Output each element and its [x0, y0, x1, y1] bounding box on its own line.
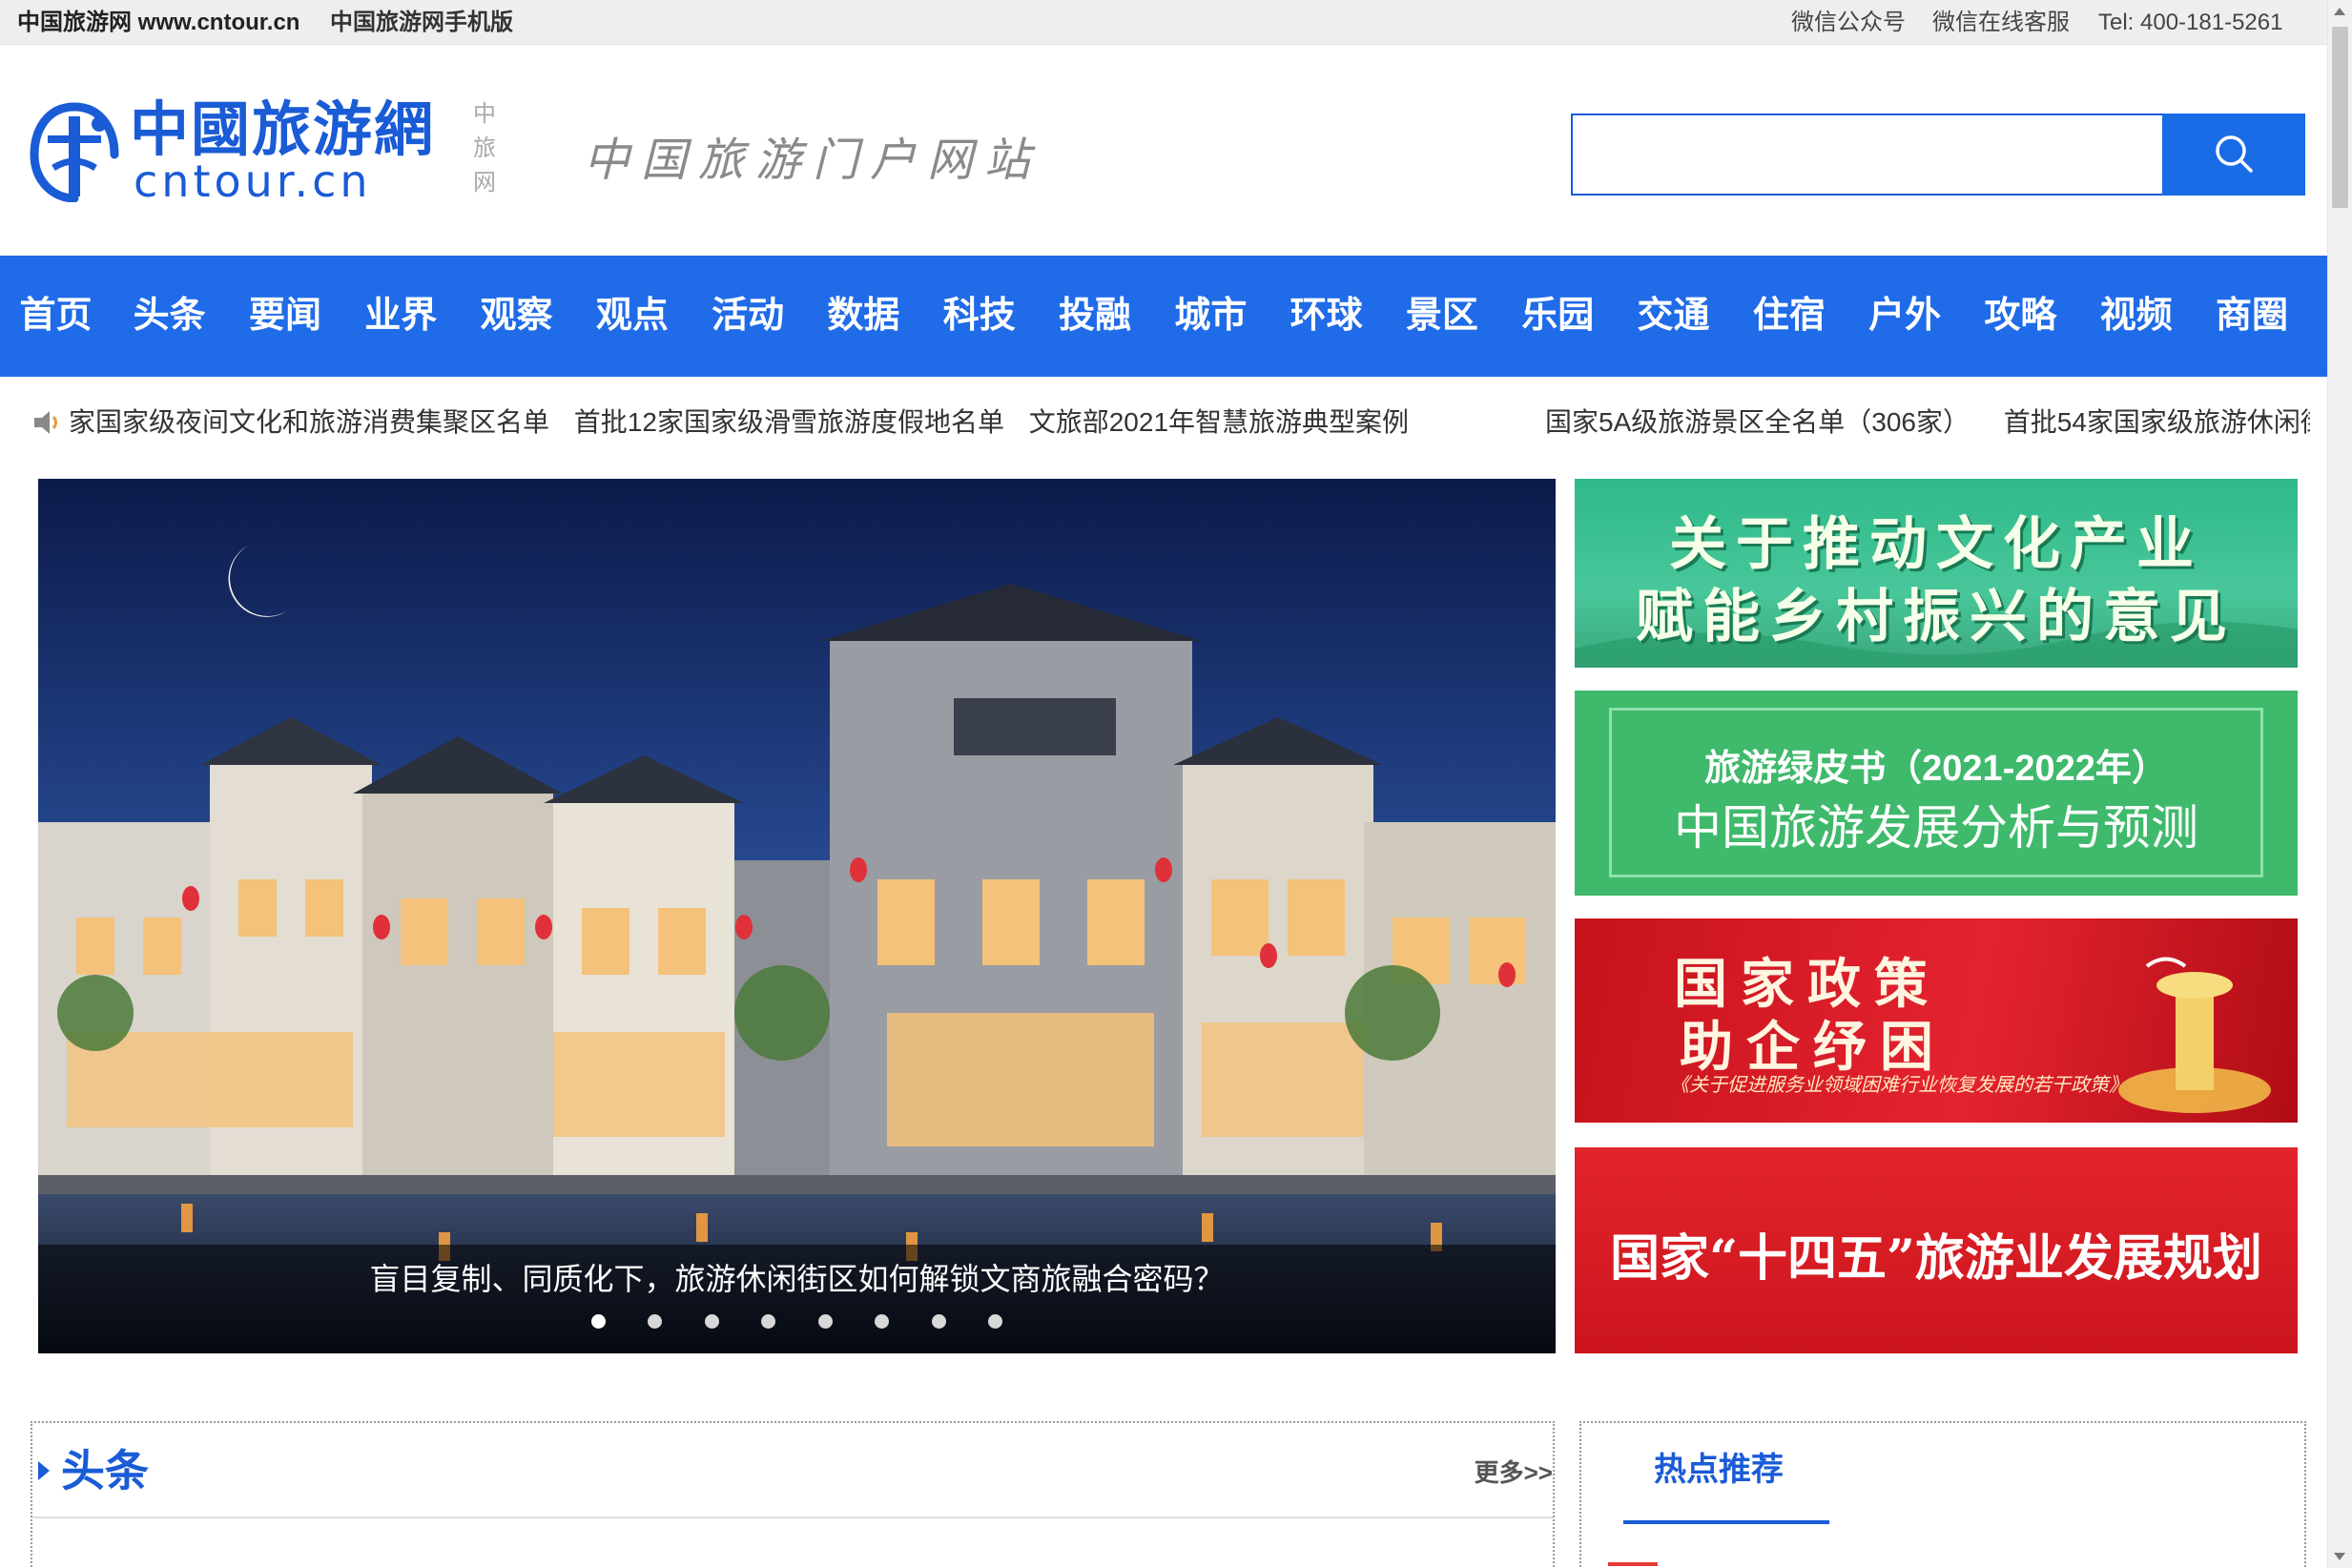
site-slogan: 中国旅游门户网站	[584, 134, 1042, 187]
logo-vertical-char: 旅	[473, 135, 496, 161]
logo-vertical-char: 中	[473, 101, 496, 127]
scrollbar-thumb[interactable]	[2332, 27, 2348, 208]
slider-dot[interactable]	[988, 1314, 1003, 1329]
logo-vertical-char: 网	[473, 170, 496, 196]
slider-dot[interactable]	[648, 1314, 663, 1329]
wechat-service-link[interactable]: 微信在线客服	[1932, 9, 2070, 37]
site-logo[interactable]: 中國旅游網 cntour.cn 中 旅 网	[29, 93, 505, 208]
slider-dot[interactable]	[817, 1314, 833, 1329]
slider-dot[interactable]	[761, 1314, 776, 1329]
slider-dot[interactable]	[704, 1314, 719, 1329]
slider-dot[interactable]	[590, 1314, 606, 1329]
logo-english-text: cntour.cn	[134, 155, 372, 207]
mobile-version-link[interactable]: 中国旅游网手机版	[330, 9, 513, 37]
nav-item[interactable]: 观点	[574, 256, 690, 377]
slider-image	[38, 479, 1556, 1353]
wechat-account-link[interactable]: 微信公众号	[1791, 9, 1906, 37]
nav-item[interactable]: 首页	[0, 256, 112, 377]
slider-dot[interactable]	[875, 1314, 890, 1329]
slider-dot[interactable]	[931, 1314, 946, 1329]
ticker-link[interactable]: 首批54家国家级旅游休闲街	[2004, 407, 2310, 437]
search-input[interactable]	[1571, 113, 2164, 196]
slider-caption[interactable]: 盲目复制、同质化下，旅游休闲街区如何解锁文商旅融合密码？	[38, 1260, 1556, 1298]
top-bar: 中国旅游网 www.cntour.cn 中国旅游网手机版 微信公众号 微信在线客…	[0, 0, 2327, 45]
hot-recommendations-title[interactable]: 热点推荐	[1654, 1446, 1784, 1494]
site-name-link[interactable]: 中国旅游网 www.cntour.cn	[17, 9, 299, 37]
nav-item[interactable]: 科技	[921, 256, 1037, 377]
nav-item[interactable]: 业界	[343, 256, 459, 377]
logo-vertical-text: 中 旅 网	[469, 97, 500, 200]
ticker-link[interactable]: 首批12家国家级滑雪旅游度假地名单	[574, 407, 1004, 437]
search-icon	[2216, 134, 2253, 173]
speaker-icon	[34, 411, 57, 434]
banner-title-line: 关于推动文化产业	[1669, 511, 2203, 578]
banner-title-line: 赋能乡村振兴的意见	[1636, 584, 2237, 650]
slider-dots	[38, 1314, 1556, 1333]
nav-item[interactable]: 视频	[2078, 256, 2194, 377]
news-ticker: 家国家级夜间文化和旅游消费集聚区名单 首批12家国家级滑雪旅游度假地名单 文旅部…	[29, 401, 2310, 444]
scrollbar[interactable]	[2327, 0, 2352, 1568]
nav-item[interactable]: 住宿	[1731, 256, 1847, 377]
nav-item[interactable]: 商圈	[2194, 256, 2309, 377]
ticker-link[interactable]: 家国家级夜间文化和旅游消费集聚区名单	[69, 407, 549, 437]
main-navigation: 首页 头条 要闻 业界 观察 观点 活动 数据 科技 投融 城市 环球 景区 乐…	[0, 256, 2327, 377]
banner-national-policy[interactable]: 国家政策 助企纾困 《关于促进服务业领域困难行业恢复发展的若干政策》	[1575, 918, 2298, 1123]
nav-item[interactable]: 户外	[1847, 256, 1962, 377]
nav-item[interactable]: 环球	[1269, 256, 1384, 377]
banner-14th-five-year-plan[interactable]: 国家“十四五”旅游业发展规划	[1575, 1147, 2298, 1353]
hot-recommendations-section: 热点推荐	[1579, 1421, 2306, 1568]
nav-item[interactable]: 乐园	[1500, 256, 1616, 377]
more-link[interactable]: 更多>>	[1475, 1454, 1553, 1489]
scroll-up-icon[interactable]	[2334, 8, 2345, 15]
nav-item[interactable]: 观察	[459, 256, 574, 377]
section-arrow-icon	[38, 1461, 50, 1480]
headlines-section: 头条 更多>>	[31, 1421, 1555, 1568]
nav-item[interactable]: 活动	[690, 256, 805, 377]
ticker-link[interactable]: 文旅部2021年智慧旅游典型案例	[1029, 407, 1409, 437]
tab-underline	[1623, 1520, 1829, 1524]
section-divider	[32, 1516, 1553, 1518]
list-marker	[1608, 1562, 1658, 1566]
logo-chinese-text: 中國旅游網	[130, 94, 436, 164]
nav-item[interactable]: 投融	[1037, 256, 1152, 377]
logo-emblem-icon	[30, 102, 119, 202]
banner-rural-revitalization[interactable]: 关于推动文化产业 赋能乡村振兴的意见	[1575, 479, 2298, 668]
nav-item[interactable]: 头条	[112, 256, 227, 377]
slider-caption-bar: 盲目复制、同质化下，旅游休闲街区如何解锁文商旅融合密码？	[38, 1245, 1556, 1353]
search-box	[1571, 113, 2305, 196]
banner-title-line: 中国旅游发展分析与预测	[1674, 801, 2198, 855]
nav-item[interactable]: 攻略	[1963, 256, 2078, 377]
nav-item[interactable]: 交通	[1616, 256, 1731, 377]
nav-item[interactable]: 景区	[1384, 256, 1499, 377]
banner-title-line: 国家“十四五”旅游业发展规划	[1610, 1229, 2262, 1288]
headlines-title[interactable]: 头条	[61, 1442, 149, 1499]
telephone-text: Tel: 400-181-5261	[2098, 10, 2283, 35]
huabiao-pillar-icon	[2118, 957, 2271, 1113]
nav-item[interactable]: 要闻	[227, 256, 342, 377]
banner-title-line: 旅游绿皮书（2021-2022年）	[1704, 749, 2168, 789]
nav-item[interactable]: 城市	[1153, 256, 1269, 377]
scroll-down-icon[interactable]	[2334, 1553, 2345, 1560]
banner-tourism-green-book[interactable]: 旅游绿皮书（2021-2022年） 中国旅游发展分析与预测	[1575, 691, 2298, 896]
nav-item[interactable]: 数据	[806, 256, 921, 377]
banner-subtitle: 《关于促进服务业领域困难行业恢复发展的若干政策》	[1670, 1075, 2128, 1096]
ticker-link[interactable]: 国家5A级旅游景区全名单（306家）	[1545, 407, 1970, 437]
search-button[interactable]	[2162, 113, 2305, 196]
hero-slider[interactable]: 盲目复制、同质化下，旅游休闲街区如何解锁文商旅融合密码？	[38, 479, 1556, 1353]
